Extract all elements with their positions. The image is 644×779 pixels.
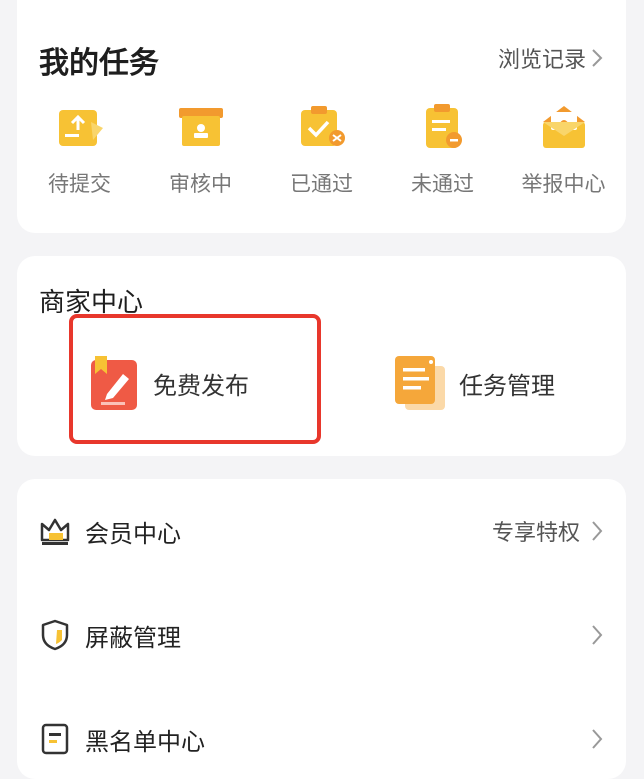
task-rejected[interactable]: 未通过 xyxy=(388,100,498,198)
chevron-right-icon xyxy=(592,521,603,541)
menu-item-vip-center[interactable]: 会员中心 专享特权 xyxy=(39,506,604,556)
my-tasks-title: 我的任务 xyxy=(39,46,159,81)
task-label: 未通过 xyxy=(411,172,474,196)
approved-check-icon xyxy=(300,106,345,146)
task-under-review[interactable]: 审核中 xyxy=(146,100,256,198)
report-envelope-icon xyxy=(542,106,585,148)
menu-item-block-management[interactable]: 屏蔽管理 xyxy=(39,610,604,660)
document-stack-icon xyxy=(395,356,445,410)
upload-doc-icon xyxy=(58,110,103,146)
rejected-clipboard-icon xyxy=(425,104,462,148)
shield-icon xyxy=(41,619,69,651)
browse-history-label: 浏览记录 xyxy=(497,48,586,73)
my-tasks-header: 我的任务 浏览记录 xyxy=(39,36,604,81)
exclusive-privilege-text: 专享特权 xyxy=(491,521,580,546)
menu-item-blacklist-center[interactable]: 黑名单中心 xyxy=(39,714,604,764)
task-status-row: 待提交 审核中 已通过 未通过 举报中心 xyxy=(17,100,626,198)
settings-list-card: 会员中心 专享特权 屏蔽管理 黑名单中心 xyxy=(17,479,626,779)
task-report-center[interactable]: 举报中心 xyxy=(509,100,619,198)
task-label: 待提交 xyxy=(48,172,111,196)
menu-item-label: 屏蔽管理 xyxy=(85,623,181,652)
task-approved[interactable]: 已通过 xyxy=(267,100,377,198)
browse-history-link[interactable]: 浏览记录 xyxy=(498,42,604,74)
task-pending-submit[interactable]: 待提交 xyxy=(25,100,135,198)
task-label: 审核中 xyxy=(169,172,232,196)
merchant-center-card: 商家中心 免费发布 任务管理 xyxy=(17,256,626,456)
blacklist-doc-icon xyxy=(41,723,69,755)
chevron-right-icon xyxy=(592,625,603,645)
menu-item-label: 黑名单中心 xyxy=(85,727,205,756)
task-management-button[interactable]: 任务管理 xyxy=(391,352,555,414)
chevron-right-icon xyxy=(592,729,603,749)
chevron-right-icon xyxy=(592,49,603,67)
my-tasks-card: 我的任务 浏览记录 待提交 审核中 已通过 未通过 举报中心 xyxy=(17,0,626,233)
task-management-label: 任务管理 xyxy=(459,371,555,400)
highlight-annotation-box xyxy=(69,314,321,444)
crown-icon xyxy=(40,518,70,545)
task-label: 举报中心 xyxy=(521,172,606,196)
task-label: 已通过 xyxy=(290,172,353,196)
menu-item-label: 会员中心 xyxy=(85,519,181,548)
review-box-icon xyxy=(178,108,223,146)
